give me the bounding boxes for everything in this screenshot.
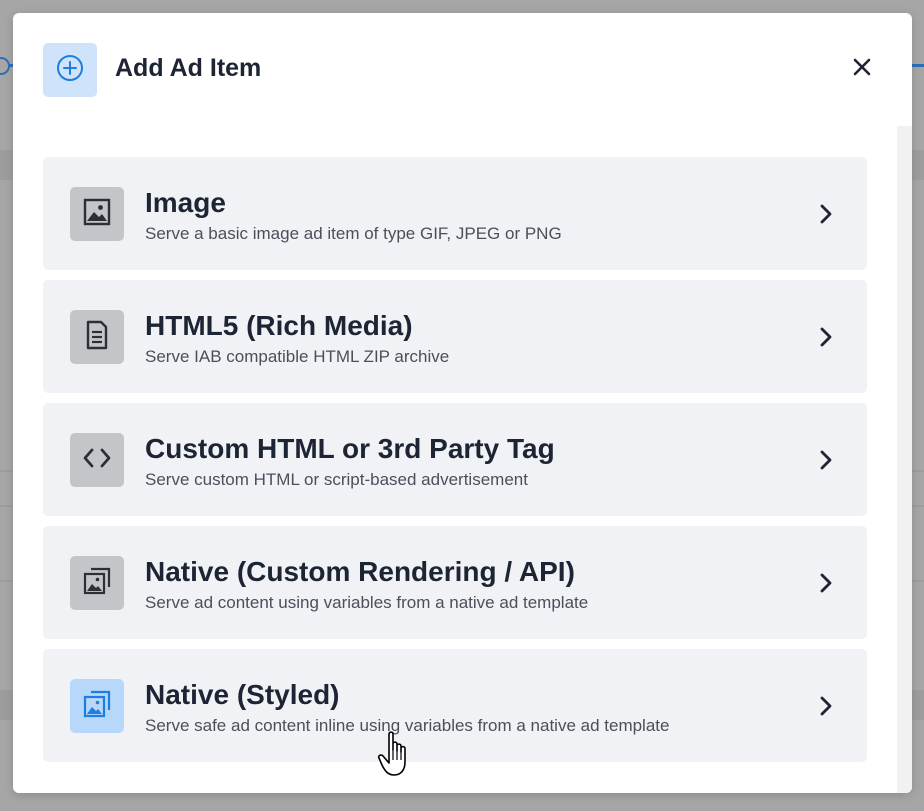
ad-type-option-custom-html[interactable]: Custom HTML or 3rd Party Tag Serve custo…	[43, 403, 867, 516]
chevron-right-icon	[815, 448, 837, 472]
item-description: Serve IAB compatible HTML ZIP archive	[145, 347, 450, 366]
item-description: Serve safe ad content inline using varia…	[145, 716, 670, 735]
image-icon	[83, 198, 111, 231]
chevron-right-icon	[815, 694, 837, 718]
ad-type-option-native-custom[interactable]: Native (Custom Rendering / API) Serve ad…	[43, 526, 867, 639]
dialog-title: Add Ad Item	[115, 54, 262, 82]
item-title: Native (Custom Rendering / API)	[145, 556, 575, 587]
code-icon	[82, 447, 112, 474]
add-ad-item-dialog: Add Ad Item Image Serve a basic image ad…	[13, 13, 912, 793]
item-icon-box	[70, 556, 124, 610]
dialog-header: Add Ad Item	[13, 13, 912, 125]
plus-circle-icon	[55, 53, 85, 88]
item-title: Image	[145, 187, 226, 218]
item-title: Native (Styled)	[145, 679, 340, 710]
chevron-right-icon	[815, 202, 837, 226]
close-icon	[853, 58, 871, 81]
item-title: Custom HTML or 3rd Party Tag	[145, 433, 555, 464]
item-icon-box	[70, 433, 124, 487]
native-template-icon	[82, 689, 112, 724]
item-description: Serve ad content using variables from a …	[145, 593, 589, 612]
chevron-right-icon	[815, 571, 837, 595]
item-description: Serve a basic image ad item of type GIF,…	[145, 224, 562, 243]
item-title: HTML5 (Rich Media)	[145, 310, 413, 341]
document-icon	[84, 320, 110, 355]
ad-item-type-list: Image Serve a basic image ad item of typ…	[43, 157, 867, 772]
ad-type-option-html5[interactable]: HTML5 (Rich Media) Serve IAB compatible …	[43, 280, 867, 393]
chevron-right-icon	[815, 325, 837, 349]
dialog-icon-box	[43, 43, 97, 97]
item-icon-box	[70, 310, 124, 364]
close-button[interactable]	[847, 54, 877, 84]
item-icon-box	[70, 679, 124, 733]
ad-type-option-image[interactable]: Image Serve a basic image ad item of typ…	[43, 157, 867, 270]
item-description: Serve custom HTML or script-based advert…	[145, 470, 528, 489]
native-template-icon	[82, 566, 112, 601]
background-step-marker	[0, 57, 10, 75]
dialog-scrollbar[interactable]	[897, 126, 912, 793]
ad-type-option-native-styled[interactable]: Native (Styled) Serve safe ad content in…	[43, 649, 867, 762]
item-icon-box	[70, 187, 124, 241]
